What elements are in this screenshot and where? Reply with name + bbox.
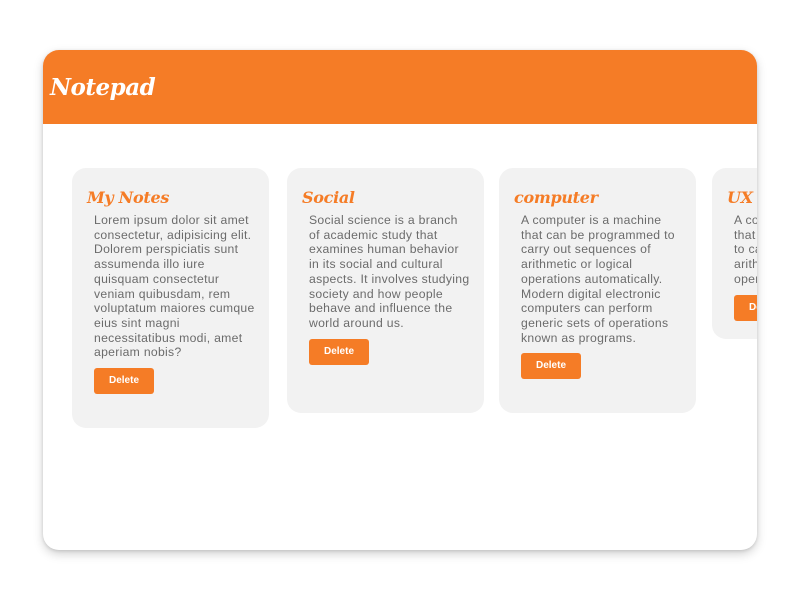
note-title: computer — [514, 188, 598, 207]
delete-button[interactable]: Delete — [94, 368, 154, 395]
app-window: Notepad My Notes Lorem ipsum dolor sit a… — [43, 50, 757, 550]
note-card: computer A computer is a machine that ca… — [499, 168, 696, 413]
app-header: Notepad — [43, 50, 757, 124]
note-body: A computer is a machine that can be prog… — [734, 213, 757, 286]
note-title: UX — [727, 188, 753, 207]
note-body: Lorem ipsum dolor sit amet consectetur, … — [94, 213, 255, 360]
app-title: Notepad — [50, 73, 156, 101]
note-card: UX A computer is a machine that can be p… — [712, 168, 757, 339]
note-card: Social Social science is a branch of aca… — [287, 168, 484, 413]
note-title: Social — [302, 188, 355, 207]
notes-list: My Notes Lorem ipsum dolor sit amet cons… — [43, 124, 757, 550]
delete-button[interactable]: Delete — [521, 353, 581, 380]
note-title: My Notes — [87, 188, 170, 207]
note-body: A computer is a machine that can be prog… — [521, 213, 675, 345]
delete-button[interactable]: Delete — [734, 294, 757, 321]
note-body: Social science is a branch of academic s… — [309, 213, 470, 330]
note-card: My Notes Lorem ipsum dolor sit amet cons… — [72, 168, 269, 428]
delete-button[interactable]: Delete — [309, 338, 369, 365]
